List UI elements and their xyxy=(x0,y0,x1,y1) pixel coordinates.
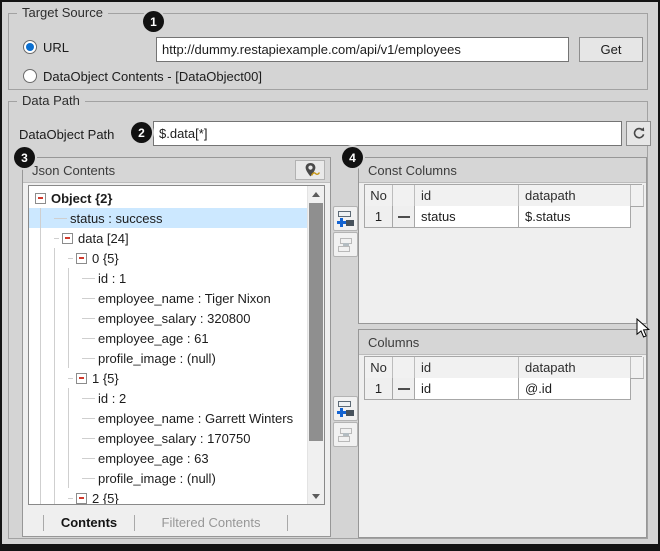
add-const-column-button[interactable] xyxy=(333,206,358,231)
add-row-icon xyxy=(337,211,354,227)
table-row: 1 id @.id xyxy=(364,378,631,400)
tree-node-leaf[interactable]: id : 2 xyxy=(29,388,307,408)
tree-node-leaf[interactable]: employee_age : 61 xyxy=(29,328,307,348)
step-2-badge: 2 xyxy=(131,122,152,143)
scroll-up-icon[interactable] xyxy=(308,186,324,202)
mouse-cursor xyxy=(636,318,651,339)
row-grip-cell[interactable] xyxy=(393,378,415,400)
json-tree: Object {2} status : success data [24] 0 … xyxy=(28,185,325,505)
column-header-filler xyxy=(631,185,644,207)
row-grip-icon xyxy=(398,216,410,218)
tree-node-leaf[interactable]: employee_age : 63 xyxy=(29,448,307,468)
add-row-icon xyxy=(337,401,354,417)
copy-row-icon xyxy=(337,237,354,253)
column-header-id: id xyxy=(415,357,519,379)
tree-expander-icon[interactable] xyxy=(76,493,87,504)
tree-node-leaf[interactable]: employee_name : Garrett Winters xyxy=(29,408,307,428)
tree-node-status[interactable]: status : success xyxy=(29,208,307,228)
tree-node-leaf[interactable]: profile_image : (null) xyxy=(29,348,307,368)
jsonpath-accent-icon xyxy=(311,171,320,177)
tree-expander-icon[interactable] xyxy=(76,373,87,384)
column-header-id: id xyxy=(415,185,519,207)
columns-title: Columns xyxy=(368,335,419,350)
url-radio[interactable] xyxy=(23,40,37,54)
json-contents-panel: Json Contents Object {2} status : succes… xyxy=(22,157,331,537)
tree-node-item0[interactable]: 0 {5} xyxy=(29,248,307,268)
data-path-title: Data Path xyxy=(17,93,85,108)
tree-expander-icon[interactable] xyxy=(35,193,46,204)
const-columns-titlebar: Const Columns xyxy=(359,158,646,183)
tree-node-leaf[interactable]: profile_image : (null) xyxy=(29,468,307,488)
copy-column-button xyxy=(333,422,358,447)
scroll-down-icon[interactable] xyxy=(308,488,324,504)
columns-titlebar: Columns xyxy=(359,330,646,355)
dataobject-contents-radio-label: DataObject Contents - [DataObject00] xyxy=(43,69,262,84)
tree-node-object[interactable]: Object {2} xyxy=(29,188,307,208)
id-cell[interactable]: status xyxy=(415,206,519,228)
tree-expander-icon[interactable] xyxy=(76,253,87,264)
dataobject-path-input[interactable] xyxy=(153,121,622,146)
refresh-icon xyxy=(631,126,646,141)
column-header-grip xyxy=(393,357,415,379)
tree-node-leaf[interactable]: employee_name : Tiger Nixon xyxy=(29,288,307,308)
data-source-dialog: Target Source URL Get DataObject Content… xyxy=(0,0,660,551)
datapath-cell[interactable]: @.id xyxy=(519,378,631,400)
dataobject-path-label: DataObject Path xyxy=(19,127,114,142)
scrollbar-thumb[interactable] xyxy=(309,203,323,441)
copy-const-column-button xyxy=(333,232,358,257)
column-header-no: No xyxy=(365,357,393,379)
target-source-group: Target Source URL Get DataObject Content… xyxy=(8,13,648,90)
jsonpath-pin-button[interactable] xyxy=(295,160,325,180)
columns-panel: Columns No id datapath 1 id @.id xyxy=(358,329,647,538)
copy-row-icon xyxy=(337,427,354,443)
tree-expander-icon[interactable] xyxy=(62,233,73,244)
column-header-grip xyxy=(393,185,415,207)
tree-node-data[interactable]: data [24] xyxy=(29,228,307,248)
get-button[interactable]: Get xyxy=(579,37,643,62)
const-columns-header: No id datapath xyxy=(364,184,642,207)
tree-node-leaf[interactable]: id : 1 xyxy=(29,268,307,288)
refresh-button[interactable] xyxy=(626,121,651,146)
url-radio-label: URL xyxy=(43,40,69,55)
row-grip-icon xyxy=(398,388,410,390)
step-4-badge: 4 xyxy=(342,147,363,168)
row-grip-cell[interactable] xyxy=(393,206,415,228)
row-number-cell: 1 xyxy=(365,378,393,400)
target-source-title: Target Source xyxy=(17,5,108,20)
column-header-filler xyxy=(631,357,644,379)
tab-contents[interactable]: Contents xyxy=(44,515,134,530)
tree-node-item2[interactable]: 2 {5} xyxy=(29,488,307,504)
json-contents-tabbar: Contents Filtered Contents xyxy=(23,509,330,536)
tree-node-leaf[interactable]: employee_salary : 170750 xyxy=(29,428,307,448)
row-number-cell: 1 xyxy=(365,206,393,228)
step-1-badge: 1 xyxy=(143,11,164,32)
json-contents-titlebar: Json Contents xyxy=(23,158,330,183)
tab-filtered-contents[interactable]: Filtered Contents xyxy=(135,515,287,530)
step-3-badge: 3 xyxy=(14,147,35,168)
column-header-datapath: datapath xyxy=(519,185,631,207)
const-columns-title: Const Columns xyxy=(368,163,457,178)
add-column-button[interactable] xyxy=(333,396,358,421)
dataobject-contents-radio[interactable] xyxy=(23,69,37,83)
tree-scrollbar[interactable] xyxy=(307,186,324,504)
datapath-cell[interactable]: $.status xyxy=(519,206,631,228)
column-header-no: No xyxy=(365,185,393,207)
tree-node-item1[interactable]: 1 {5} xyxy=(29,368,307,388)
json-tree-rows: Object {2} status : success data [24] 0 … xyxy=(29,188,307,504)
table-row: 1 status $.status xyxy=(364,206,631,228)
url-input[interactable] xyxy=(156,37,569,62)
columns-header: No id datapath xyxy=(364,356,642,379)
column-header-datapath: datapath xyxy=(519,357,631,379)
const-columns-panel: Const Columns No id datapath 1 status $.… xyxy=(358,157,647,324)
json-contents-title: Json Contents xyxy=(32,163,115,178)
id-cell[interactable]: id xyxy=(415,378,519,400)
tree-node-leaf[interactable]: employee_salary : 320800 xyxy=(29,308,307,328)
